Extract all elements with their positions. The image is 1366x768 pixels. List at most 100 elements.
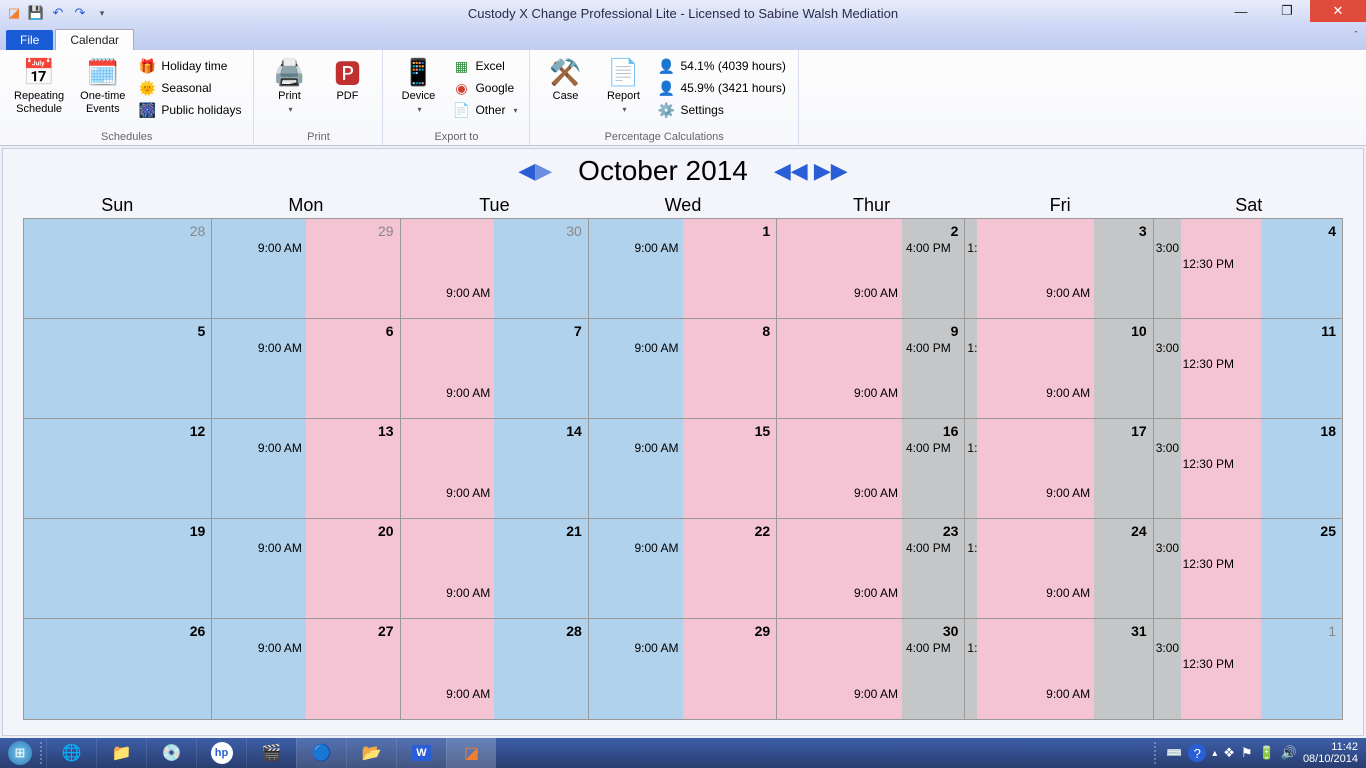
- person-icon: 👤: [658, 58, 674, 74]
- onetime-events-button[interactable]: 🗓️ One-time Events: [74, 54, 131, 118]
- time-segment: 9:00 AM: [777, 219, 902, 318]
- time-segment: [24, 619, 211, 719]
- calendar-cell[interactable]: 9:00 AM4:00 PM2: [777, 219, 965, 319]
- calendar-cell[interactable]: 1:00 AM9:00 AM10: [965, 319, 1153, 419]
- settings-button[interactable]: ⚙️Settings: [654, 100, 789, 120]
- calendar-cell[interactable]: 9:00 AM14: [401, 419, 589, 519]
- print-button[interactable]: 🖨️ Print▾: [262, 54, 316, 118]
- qat-dropdown-icon[interactable]: ▾: [94, 5, 110, 21]
- taskbar-explorer[interactable]: 📁: [96, 738, 146, 768]
- device-button[interactable]: 📱 Device▾: [391, 54, 445, 118]
- minimize-button[interactable]: —: [1218, 0, 1264, 22]
- calendar-cell[interactable]: 9:00 AM22: [589, 519, 777, 619]
- hp-icon: hp: [211, 742, 233, 764]
- google-button[interactable]: ◉Google: [449, 78, 521, 98]
- month-title: October 2014: [578, 155, 748, 187]
- calendar-cell[interactable]: 9:00 AM4:00 PM16: [777, 419, 965, 519]
- day-of-week: Thur: [777, 193, 966, 218]
- time-segment: 12:30 PM: [1181, 519, 1262, 618]
- calendar-cell[interactable]: 5: [24, 319, 212, 419]
- calendar-cell[interactable]: 1:00 AM9:00 AM17: [965, 419, 1153, 519]
- calendar-cell[interactable]: 9:00 AM4:00 PM9: [777, 319, 965, 419]
- holiday-time-button[interactable]: 🎁Holiday time: [135, 56, 245, 76]
- taskbar-chrome[interactable]: 🔵: [296, 738, 346, 768]
- ribbon-group-label: Percentage Calculations: [538, 129, 789, 143]
- calendar-cell[interactable]: 1:00 AM9:00 AM24: [965, 519, 1153, 619]
- calendar-cell[interactable]: 3:00 AM12:30 PM1: [1154, 619, 1342, 719]
- calendar-cell[interactable]: 9:00 AM21: [401, 519, 589, 619]
- volume-icon[interactable]: 🔊: [1281, 745, 1297, 761]
- taskbar-word[interactable]: W: [396, 738, 446, 768]
- arrow-right-double-icon: ▶▶: [814, 158, 848, 184]
- day-number: 6: [386, 323, 394, 339]
- calendar-cell[interactable]: 9:00 AM 1: [589, 219, 777, 319]
- taskbar-folder2[interactable]: 📂: [346, 738, 396, 768]
- calendar-cell[interactable]: 3:00 AM12:30 PM25: [1154, 519, 1342, 619]
- taskbar-hp[interactable]: hp: [196, 738, 246, 768]
- tab-calendar[interactable]: Calendar: [55, 29, 134, 50]
- power-icon[interactable]: 🔋: [1259, 745, 1275, 761]
- calendar-cell[interactable]: 3:00 AM12:30 PM4: [1154, 219, 1342, 319]
- maximize-button[interactable]: ❐: [1264, 0, 1310, 22]
- prev-month-button[interactable]: ◀▶: [518, 158, 552, 184]
- day-number: 1: [762, 223, 770, 239]
- calendar-cell[interactable]: 9:00 AM29: [589, 619, 777, 719]
- time-segment: 1:00 AM: [965, 219, 977, 318]
- calendar-cell[interactable]: 9:00 AM20: [212, 519, 400, 619]
- calendar-cell[interactable]: 9:00 AM4:00 PM23: [777, 519, 965, 619]
- system-clock[interactable]: 11:42 08/10/2014: [1303, 741, 1358, 765]
- time-segment: 9:00 AM: [401, 319, 495, 418]
- chevron-down-icon: ▾: [513, 106, 517, 115]
- calendar-cell[interactable]: 1:00 AM9:00 AM31: [965, 619, 1153, 719]
- case-button[interactable]: ⚒️ Case: [538, 54, 592, 105]
- help-icon[interactable]: ?: [1188, 744, 1206, 762]
- report-button[interactable]: 📄 Report▾: [596, 54, 650, 118]
- start-button[interactable]: ⊞: [0, 738, 40, 768]
- collapse-ribbon-icon[interactable]: ˆ: [1354, 30, 1358, 42]
- calendar-cell[interactable]: 9:00 AM28: [401, 619, 589, 719]
- action-center-icon[interactable]: ⚑: [1241, 745, 1253, 761]
- keyboard-icon[interactable]: ⌨️: [1166, 745, 1182, 761]
- calendar-cell[interactable]: 9:00 AM4:00 PM30: [777, 619, 965, 719]
- calendar-cell[interactable]: 9:00 AM6: [212, 319, 400, 419]
- calendar-cell[interactable]: 9:00 AM8: [589, 319, 777, 419]
- other-export-button[interactable]: 📄Other▾: [449, 100, 521, 120]
- taskbar-custodyx[interactable]: ◪: [446, 738, 496, 768]
- tray-chevron-icon[interactable]: ▴: [1212, 748, 1217, 759]
- calendar-cell[interactable]: 19: [24, 519, 212, 619]
- time-label: 9:00 AM: [634, 241, 678, 255]
- pdf-button[interactable]: 🅿︎ PDF: [320, 54, 374, 105]
- undo-icon[interactable]: ↶: [50, 5, 66, 21]
- time-label: 9:00 AM: [1046, 486, 1090, 500]
- taskbar-video[interactable]: 🎬: [246, 738, 296, 768]
- calendar-cell[interactable]: 9:00 AM30: [401, 219, 589, 319]
- public-holidays-button[interactable]: 🎆Public holidays: [135, 100, 245, 120]
- day-of-week: Sat: [1154, 193, 1343, 218]
- seasonal-button[interactable]: 🌞Seasonal: [135, 78, 245, 98]
- close-button[interactable]: ✕: [1310, 0, 1366, 22]
- time-segment: 9:00 AM: [589, 319, 683, 418]
- calendar-cell[interactable]: 3:00 AM12:30 PM18: [1154, 419, 1342, 519]
- calendar-cell[interactable]: 9:00 AM15: [589, 419, 777, 519]
- tab-file[interactable]: File: [6, 30, 53, 50]
- calendar-cell[interactable]: 12: [24, 419, 212, 519]
- calendar-cell[interactable]: 9:00 AM29: [212, 219, 400, 319]
- repeating-schedule-button[interactable]: 📅 Repeating Schedule: [8, 54, 70, 118]
- excel-button[interactable]: ▦Excel: [449, 56, 521, 76]
- calendar-cell[interactable]: 1:00 AM9:00 AM3: [965, 219, 1153, 319]
- calendar-cell[interactable]: 9:00 AM7: [401, 319, 589, 419]
- calendar-cell[interactable]: 9:00 AM13: [212, 419, 400, 519]
- dropbox-icon[interactable]: ❖: [1223, 745, 1235, 761]
- calendar-cell[interactable]: 3:00 AM12:30 PM11: [1154, 319, 1342, 419]
- taskbar-media[interactable]: 💿: [146, 738, 196, 768]
- save-icon[interactable]: 💾: [28, 5, 44, 21]
- taskbar-ie[interactable]: 🌐: [46, 738, 96, 768]
- redo-icon[interactable]: ↷: [72, 5, 88, 21]
- calendar-cell[interactable]: 9:00 AM27: [212, 619, 400, 719]
- time-label: 4:00 PM: [906, 641, 951, 655]
- calendar-cell[interactable]: 26: [24, 619, 212, 719]
- calendar-cell[interactable]: 28: [24, 219, 212, 319]
- next-month-button[interactable]: ◀◀ ▶▶: [774, 158, 848, 184]
- time-segment: 9:00 AM: [401, 219, 495, 318]
- word-icon: W: [412, 745, 430, 761]
